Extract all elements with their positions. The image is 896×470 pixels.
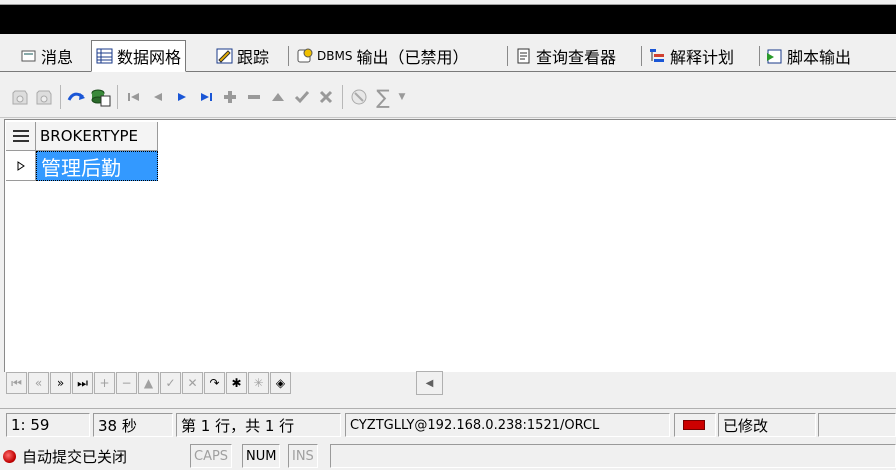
tab-label: 消息 [41,48,74,67]
connection-info: CYZTGLLY@192.168.0.238:1521/ORCL [345,413,670,437]
nav-apply-icon[interactable]: ✱ [226,372,247,394]
ins-indicator: INS [288,444,318,468]
data-grid: BROKERTYPE 管理后勤 [4,119,896,372]
refresh-icon[interactable] [65,84,89,110]
cursor-position: 1: 59 [6,413,90,437]
tab-label: 脚本输出 [787,48,852,67]
tab-label: 查询查看器 [536,48,617,67]
nav-cancel-icon[interactable]: ✕ [182,372,203,394]
tab-label-prefix: DBMS [317,49,353,63]
explain-plan-icon [649,48,666,64]
sum-icon[interactable]: ∑ [371,84,395,110]
trace-icon [216,48,233,64]
message-icon [20,48,37,64]
output-tabs: 消息 数据网格 跟踪 DBMS 输出（已禁用） 查询查看器 解释计划 脚本输出 [0,38,896,72]
tab-explain-plan[interactable]: 解释计划 [645,42,738,70]
export-icon[interactable] [89,84,113,110]
nav-last-icon[interactable]: ⏭ [72,372,93,394]
toolbar-separator [117,84,118,109]
tab-label: 输出（已禁用） [356,48,469,67]
tab-label: 解释计划 [670,48,735,67]
filter-icon[interactable] [347,84,371,110]
status-message-area [330,444,896,468]
scroll-left-button[interactable]: ◀ [416,371,443,395]
row-count: 第 1 行，共 1 行 [176,413,341,437]
script-output-icon [766,48,783,64]
auto-commit-status[interactable]: 自动提交已关闭 [3,444,127,468]
query-viewer-icon [515,48,532,64]
save-all-icon[interactable] [32,84,56,110]
tab-separator [507,46,508,66]
nav-refresh-icon[interactable]: ↷ [204,372,225,394]
save-icon[interactable] [8,84,32,110]
edit-record-icon[interactable] [266,84,290,110]
record-navigator: ⏮ « » ⏭ + − ▲ ✓ ✕ ↷ ✱ ✳ ◈ ◀ [4,370,896,396]
num-indicator: NUM [242,444,281,468]
status-bar-secondary: 自动提交已关闭 CAPS NUM INS [0,442,896,470]
tab-separator [641,46,642,66]
grid-toolbar: ∑ ▼ [0,76,896,118]
modified-flag-icon [674,413,716,437]
data-grid-icon [96,48,113,64]
row-selector-header[interactable] [6,122,36,151]
dropdown-icon[interactable]: ▼ [395,84,409,110]
tab-messages[interactable]: 消息 [16,42,77,70]
nav-first-icon[interactable]: ⏮ [6,372,27,394]
delete-record-icon[interactable] [242,84,266,110]
caps-indicator: CAPS [190,444,233,468]
next-record-icon[interactable] [170,84,194,110]
tab-script-output[interactable]: 脚本输出 [762,42,855,70]
tab-separator [288,46,289,66]
column-header-brokertype[interactable]: BROKERTYPE [36,122,158,151]
status-empty-cell [818,413,896,437]
tab-dbms-output[interactable]: DBMS 输出（已禁用） [292,42,472,70]
cancel-record-icon[interactable] [314,84,338,110]
elapsed-time: 38 秒 [93,413,173,437]
post-record-icon[interactable] [290,84,314,110]
tab-separator [759,46,760,66]
toolbar-separator [60,84,61,109]
insert-record-icon[interactable] [218,84,242,110]
status-bar: 1: 59 38 秒 第 1 行，共 1 行 CYZTGLLY@192.168.… [0,408,896,440]
tab-trace[interactable]: 跟踪 [212,42,273,70]
tab-label: 跟踪 [237,48,270,67]
editor-dark-strip [0,5,896,34]
auto-commit-led-icon [3,449,16,463]
nav-prior-page-icon[interactable]: « [28,372,49,394]
nav-post-icon[interactable]: ✓ [160,372,181,394]
auto-commit-label: 自动提交已关闭 [22,447,128,466]
tab-data-grid[interactable]: 数据网格 [91,40,187,72]
nav-cancel-updates-icon[interactable]: ✳ [248,372,269,394]
first-record-icon[interactable] [122,84,146,110]
prev-record-icon[interactable] [146,84,170,110]
grid-cell[interactable]: 管理后勤 [36,151,158,181]
toolbar-separator [342,84,343,109]
last-record-icon[interactable] [194,84,218,110]
tab-label: 数据网格 [117,48,182,67]
current-row-indicator[interactable] [6,151,36,181]
dbms-output-icon [296,48,313,64]
nav-insert-icon[interactable]: + [94,372,115,394]
nav-edit-icon[interactable]: ▲ [138,372,159,394]
tab-query-viewer[interactable]: 查询查看器 [511,42,620,70]
modified-status: 已修改 [718,413,816,437]
nav-delete-icon[interactable]: − [116,372,137,394]
nav-next-page-icon[interactable]: » [50,372,71,394]
nav-clear-icon[interactable]: ◈ [270,372,291,394]
